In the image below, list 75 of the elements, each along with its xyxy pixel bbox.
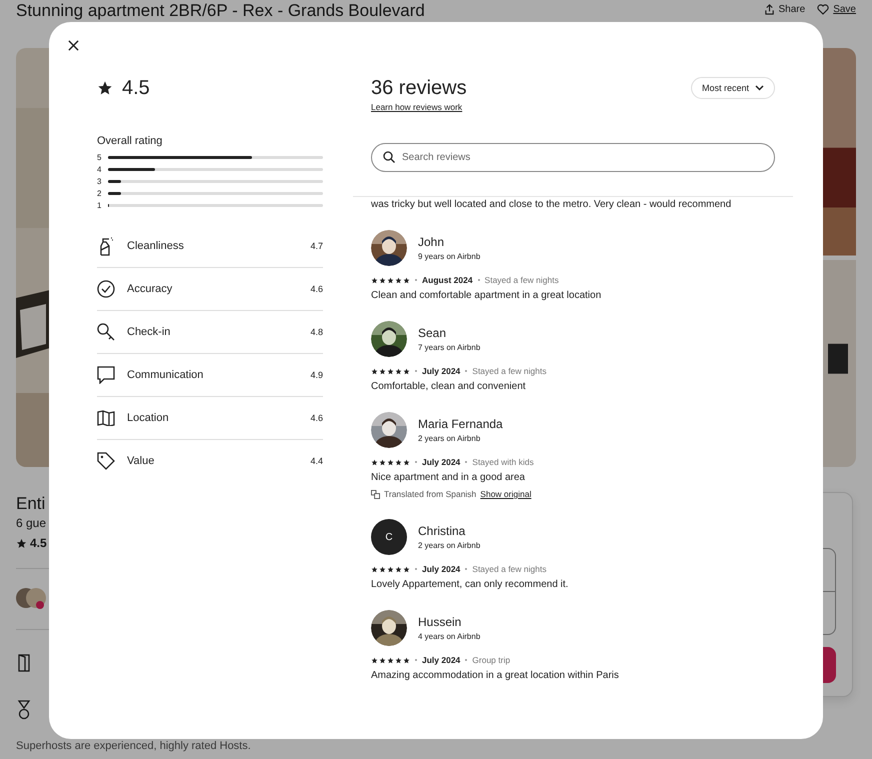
- reviewer-name: John: [418, 235, 446, 249]
- stay-type: Group trip: [472, 655, 510, 665]
- reviewer-tenure: 7 years on Airbnb: [418, 343, 480, 352]
- reviewer-tenure: 2 years on Airbnb: [418, 434, 482, 443]
- review-date: July 2024: [422, 366, 460, 376]
- review-text: Clean and comfortable apartment in a great location: [371, 290, 602, 301]
- category-label: Communication: [127, 369, 204, 381]
- category-score: 4.4: [310, 456, 323, 466]
- reviewer-tenure: 2 years on Airbnb: [418, 541, 480, 550]
- rating-level: 2: [97, 188, 102, 198]
- review-date: July 2024: [422, 457, 460, 467]
- rating-level: 3: [97, 176, 102, 186]
- search-field[interactable]: Search reviews: [371, 143, 775, 172]
- translation-note: Translated from Spanish: [384, 489, 476, 499]
- rating-level: 4: [97, 164, 102, 174]
- learn-link[interactable]: Learn how reviews work: [371, 102, 467, 112]
- show-original-link[interactable]: Show original: [480, 489, 532, 499]
- review-date: August 2024: [422, 275, 473, 285]
- superhost-note: Superhosts are experienced, highly rated Hosts.: [16, 740, 252, 752]
- tag-icon: [97, 452, 115, 470]
- share-icon: [764, 4, 775, 15]
- reviewer-name: Hussein: [418, 615, 462, 629]
- close-icon: [68, 40, 78, 50]
- heart-icon: [817, 4, 830, 15]
- category-score: 4.6: [310, 284, 323, 294]
- star-icon: [16, 538, 27, 548]
- reviewer-name: Sean: [418, 326, 448, 340]
- listing-rating: 4.5: [30, 536, 47, 550]
- review-date: July 2024: [422, 655, 460, 665]
- stay-type: Stayed a few nights: [472, 366, 546, 376]
- listing-title: Stunning apartment 2BR/6P - Rex - Grands Boulevard: [16, 0, 425, 21]
- check-circle-icon: [97, 280, 115, 298]
- category-label: Check-in: [127, 326, 172, 338]
- review-text: Comfortable, clean and convenient: [371, 381, 527, 392]
- medal-icon: [16, 700, 32, 720]
- overall-rating-label: Overall rating: [97, 135, 164, 147]
- listing-type: Enti: [16, 494, 46, 514]
- save-button[interactable]: Save: [817, 4, 856, 15]
- share-button[interactable]: Share: [764, 4, 806, 15]
- sort-dropdown[interactable]: Most recent: [690, 77, 775, 99]
- guest-count: 6 gue: [16, 516, 48, 530]
- key-icon: [97, 323, 115, 341]
- review-text: Lovely Appartement, can only recommend it.: [371, 579, 570, 590]
- category-score: 4.8: [310, 327, 323, 337]
- category-label: Location: [127, 412, 170, 424]
- user-avatar: C: [371, 519, 407, 555]
- review-text: was tricky but well located and close to the metro. Very clean - would recommend: [371, 199, 732, 210]
- map-icon: [97, 410, 115, 426]
- category-score: 4.7: [310, 241, 323, 251]
- stay-type: Stayed with kids: [472, 457, 534, 467]
- review-text: Amazing accommodation in a great location within Paris: [371, 670, 620, 681]
- stay-type: Stayed a few nights: [472, 564, 546, 574]
- search-icon: [383, 151, 395, 163]
- stay-type: Stayed a few nights: [484, 275, 559, 285]
- rating-level: 5: [97, 152, 102, 162]
- review-date: July 2024: [422, 564, 460, 574]
- door-icon: [16, 654, 32, 672]
- reviewer-name: Christina: [418, 524, 466, 538]
- average-rating: 4.5: [122, 76, 150, 100]
- reviewer-tenure: 4 years on Airbnb: [418, 632, 480, 641]
- speech-bubble-icon: [97, 366, 115, 384]
- reviews-count: 36 reviews: [371, 76, 467, 100]
- host-avatars-drawing: [16, 585, 46, 611]
- category-label: Value: [127, 455, 156, 467]
- category-score: 4.6: [310, 413, 323, 423]
- translate-icon: [371, 490, 380, 498]
- category-label: Cleanliness: [127, 240, 185, 252]
- reviewer-name: Maria Fernanda: [418, 417, 503, 431]
- star-icon: [97, 80, 113, 96]
- chevron-down-icon: [755, 85, 764, 91]
- category-label: Accuracy: [127, 283, 174, 295]
- rating-level: 1: [97, 200, 102, 210]
- category-score: 4.9: [310, 370, 323, 380]
- reviewer-tenure: 9 years on Airbnb: [418, 252, 480, 261]
- review-text: Nice apartment and in a good area: [371, 472, 526, 483]
